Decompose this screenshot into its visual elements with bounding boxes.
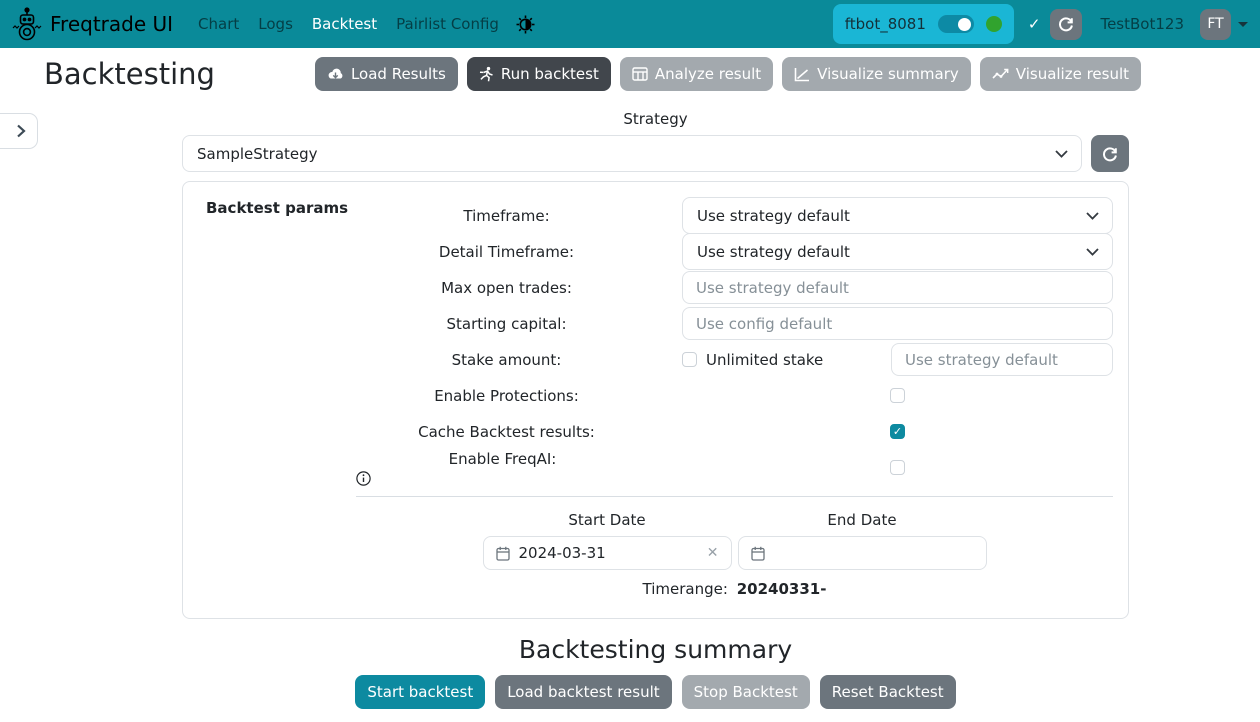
chevron-right-icon	[16, 124, 26, 138]
page-header: Backtesting Load Results	[0, 57, 1260, 91]
detail-timeframe-row: Detail Timeframe: Use strategy default	[356, 235, 1113, 268]
stop-backtest-button[interactable]: Stop Backtest	[682, 675, 810, 709]
load-backtest-result-button[interactable]: Load backtest result	[495, 675, 671, 709]
nav-item-pairlist-config[interactable]: Pairlist Config	[396, 15, 499, 33]
page-title: Backtesting	[44, 57, 215, 91]
backtest-toolbar: Load Results Run backtest	[315, 57, 1141, 91]
reload-strategies-button[interactable]	[1091, 135, 1129, 172]
bot-name: ftbot_8081	[845, 15, 926, 33]
run-backtest-button[interactable]: Run backtest	[467, 57, 611, 91]
timeframe-row: Timeframe: Use strategy default	[356, 199, 1113, 232]
dates-row: Start Date 2024-03-31 ✕	[356, 511, 1113, 570]
end-date-col: End Date	[738, 511, 987, 570]
enable-protections-row: Enable Protections:	[356, 379, 1113, 412]
strategy-row: SampleStrategy	[182, 135, 1129, 172]
start-date-label: Start Date	[483, 511, 732, 533]
stake-amount-row: Stake amount: Unlimited stake	[356, 343, 1113, 376]
stake-amount-input[interactable]	[891, 343, 1113, 376]
bot-selector-badge[interactable]: ftbot_8081	[833, 4, 1014, 44]
chevron-down-icon	[1238, 22, 1248, 27]
timerange-line: Timerange: 20240331-	[356, 580, 1113, 598]
bot-status-dot	[986, 16, 1002, 32]
nav-item-chart[interactable]: Chart	[198, 15, 239, 33]
enable-freqai-row: Enable FreqAI:	[356, 451, 1113, 484]
end-date-input[interactable]	[738, 536, 987, 570]
chevron-down-icon	[1086, 212, 1099, 220]
params-form: Timeframe: Use strategy default Detail T…	[356, 199, 1113, 598]
unlimited-stake-checkbox[interactable]	[682, 352, 697, 367]
timerange-value: 20240331-	[737, 580, 827, 598]
chevron-down-icon	[1086, 248, 1099, 256]
starting-capital-input[interactable]	[682, 307, 1113, 340]
nav-item-logs[interactable]: Logs	[258, 15, 293, 33]
unlimited-stake-label: Unlimited stake	[706, 351, 823, 369]
user-menu[interactable]: FT	[1200, 9, 1248, 40]
nav-item-backtest[interactable]: Backtest	[312, 15, 377, 33]
analyze-result-button[interactable]: Analyze result	[620, 57, 773, 91]
chart-line-icon	[794, 67, 810, 82]
runner-icon	[479, 66, 494, 82]
avatar[interactable]: FT	[1200, 9, 1231, 40]
calendar-icon	[496, 546, 510, 561]
username-label: TestBot123	[1100, 15, 1184, 33]
chevron-down-icon	[1055, 150, 1068, 158]
sidebar-expand-button[interactable]	[0, 113, 38, 149]
cache-backtest-results-checkbox[interactable]	[890, 424, 905, 439]
cloud-download-icon	[327, 67, 344, 82]
top-navbar: Freqtrade UI Chart Logs Backtest Pairlis…	[0, 0, 1260, 48]
reset-backtest-button[interactable]: Reset Backtest	[820, 675, 956, 709]
table-icon	[632, 67, 648, 82]
calendar-icon	[751, 546, 765, 561]
start-date-col: Start Date 2024-03-31 ✕	[483, 511, 732, 570]
info-icon[interactable]	[356, 471, 657, 486]
strategy-label: Strategy	[182, 110, 1129, 132]
backtest-params-card: Backtest params Timeframe: Use strategy …	[182, 181, 1129, 619]
graph-icon	[992, 67, 1009, 81]
max-open-trades-input[interactable]	[682, 271, 1113, 304]
cache-backtest-results-row: Cache Backtest results:	[356, 415, 1113, 448]
max-open-trades-row: Max open trades:	[356, 271, 1113, 304]
check-icon: ✓	[1028, 15, 1041, 33]
visualize-result-button[interactable]: Visualize result	[980, 57, 1141, 91]
starting-capital-row: Starting capital:	[356, 307, 1113, 340]
clear-icon[interactable]: ✕	[707, 545, 719, 561]
load-results-button[interactable]: Load Results	[315, 57, 458, 91]
start-date-value: 2024-03-31	[519, 544, 698, 562]
detail-timeframe-select[interactable]: Use strategy default	[682, 233, 1113, 270]
app-title: Freqtrade UI	[50, 12, 173, 36]
robot-logo-icon	[12, 7, 42, 41]
bot-online-toggle[interactable]	[938, 15, 974, 33]
form-divider	[356, 496, 1113, 497]
start-backtest-button[interactable]: Start backtest	[355, 675, 485, 709]
timeframe-select[interactable]: Use strategy default	[682, 197, 1113, 234]
strategy-select[interactable]: SampleStrategy	[182, 135, 1082, 172]
timerange-label: Timerange:	[643, 580, 728, 598]
backtest-content: Strategy SampleStrategy Backtest params …	[182, 110, 1129, 709]
theme-toggle-icon[interactable]	[516, 15, 535, 34]
end-date-label: End Date	[738, 511, 987, 533]
brand[interactable]: Freqtrade UI	[12, 7, 173, 41]
summary-title: Backtesting summary	[182, 635, 1129, 664]
main-nav: Chart Logs Backtest Pairlist Config	[198, 15, 499, 33]
start-date-input[interactable]: 2024-03-31 ✕	[483, 536, 732, 570]
enable-protections-checkbox[interactable]	[890, 388, 905, 403]
enable-freqai-checkbox[interactable]	[890, 460, 905, 475]
refresh-bot-button[interactable]	[1050, 9, 1082, 40]
params-title: Backtest params	[206, 199, 348, 217]
visualize-summary-button[interactable]: Visualize summary	[782, 57, 971, 91]
summary-buttons: Start backtest Load backtest result Stop…	[182, 675, 1129, 709]
